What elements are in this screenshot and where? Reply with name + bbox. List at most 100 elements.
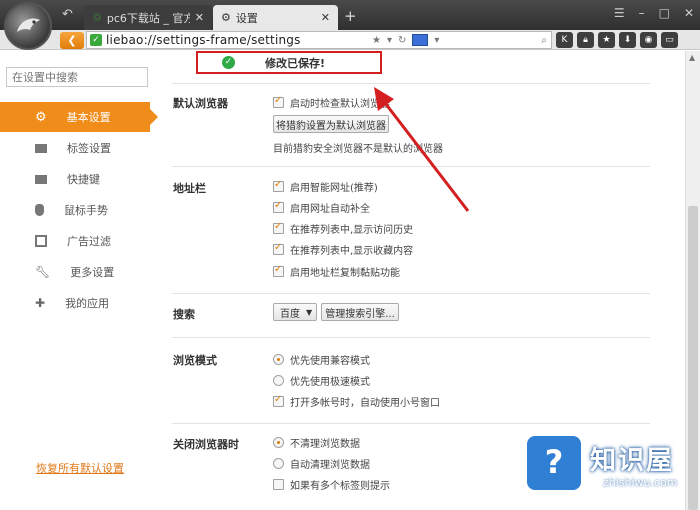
- close-icon[interactable]: ✕: [195, 11, 204, 24]
- tab-icon: [35, 143, 47, 153]
- url-text[interactable]: liebao://settings-frame/settings: [106, 33, 301, 47]
- sidebar-item-label: 我的应用: [65, 297, 110, 310]
- radio[interactable]: [273, 375, 284, 386]
- radio[interactable]: [273, 354, 284, 365]
- section-close-browser-title: 关闭浏览器时: [173, 438, 239, 451]
- sidebar-item-label: 广告过滤: [67, 235, 111, 248]
- back-history-icon[interactable]: ↶: [62, 7, 73, 23]
- divider: [172, 423, 650, 424]
- download-icon[interactable]: ⬇: [619, 32, 636, 48]
- speed-mode-option[interactable]: 优先使用极速模式: [273, 373, 370, 388]
- option-label: 打开多帐号时，自动使用小号窗口: [290, 398, 440, 409]
- url-autocomplete-option[interactable]: 启用网址自动补全: [273, 200, 370, 215]
- star-icon[interactable]: ★: [372, 35, 381, 46]
- sidebar-item-label: 快捷键: [67, 173, 100, 186]
- refresh-icon[interactable]: ↻: [398, 35, 406, 46]
- lock-icon[interactable]: 🔒︎: [577, 32, 594, 48]
- window-frame-icon: [35, 235, 47, 247]
- window-icon[interactable]: ▭: [661, 32, 678, 48]
- section-browse-mode-title: 浏览模式: [173, 354, 217, 367]
- tab-label: pc6下载站 _ 官方软...: [106, 11, 190, 25]
- auto-clear-data-option[interactable]: 自动清理浏览数据: [273, 456, 370, 471]
- back-button[interactable]: ❮: [60, 32, 84, 49]
- checkbox[interactable]: [273, 179, 284, 192]
- title-bar: ↶ ♲ pc6下载站 _ 官方软... ✕ ⚙ 设置 ✕ + ☰ – □ ✕: [0, 0, 700, 50]
- sidebar-item-gestures[interactable]: 鼠标手势: [0, 195, 160, 225]
- sidebar-item-adblock[interactable]: 广告过滤: [0, 226, 160, 256]
- watermark: ? 知识屋 zhishiwu.com: [525, 434, 700, 510]
- option-label: 如果有多个标签则提示: [290, 481, 390, 492]
- sidebar: ⚙ 基本设置 标签设置 快捷键 鼠标手势 广告过滤 🔧︎ 更多设置 ✚ 我的应用…: [0, 51, 160, 510]
- copy-paste-option[interactable]: 启用地址栏复制黏贴功能: [273, 264, 400, 279]
- checkbox[interactable]: [273, 394, 284, 407]
- manage-search-engines-button[interactable]: 管理搜索引擎...: [321, 303, 399, 321]
- option-label: 在推荐列表中,显示访问历史: [290, 225, 414, 236]
- checkbox[interactable]: [273, 242, 284, 255]
- option-label: 优先使用兼容模式: [290, 356, 370, 367]
- scroll-up-icon[interactable]: ▲: [689, 53, 695, 62]
- secure-check-icon: ✓: [90, 34, 102, 46]
- minimize-icon[interactable]: –: [639, 6, 645, 20]
- sidebar-item-label: 标签设置: [67, 142, 111, 155]
- option-label: 优先使用极速模式: [290, 377, 370, 388]
- menu-icon[interactable]: ☰: [614, 6, 625, 20]
- close-icon[interactable]: ✕: [321, 11, 330, 24]
- sidebar-item-basic[interactable]: ⚙ 基本设置: [0, 102, 158, 132]
- mouse-icon: [35, 204, 44, 216]
- checkbox[interactable]: [273, 479, 284, 490]
- show-bookmarks-option[interactable]: 在推荐列表中,显示收藏内容: [273, 242, 413, 257]
- saved-notice: ✓ 修改已保存!: [196, 51, 382, 74]
- multi-tab-warning-option[interactable]: 如果有多个标签则提示: [273, 477, 390, 492]
- gear-icon: ⚙: [35, 109, 47, 125]
- watermark-sub: zhishiwu.com: [603, 476, 678, 489]
- puzzle-icon: ✚: [35, 296, 46, 310]
- multi-account-window-option[interactable]: 打开多帐号时，自动使用小号窗口: [273, 394, 440, 409]
- k-icon[interactable]: K: [556, 32, 573, 48]
- chevron-down-icon: ▼: [306, 307, 313, 317]
- close-window-icon[interactable]: ✕: [684, 6, 694, 20]
- compat-mode-option[interactable]: 优先使用兼容模式: [273, 352, 370, 367]
- notice-text: 修改已保存!: [265, 56, 326, 70]
- window-controls: ☰ – □ ✕: [614, 6, 694, 20]
- new-tab-button[interactable]: +: [344, 7, 357, 25]
- pc6-favicon-icon: ♲: [92, 11, 102, 24]
- no-clear-data-option[interactable]: 不清理浏览数据: [273, 435, 360, 450]
- restore-defaults-link[interactable]: 恢复所有默认设置: [36, 460, 124, 476]
- settings-search-input[interactable]: [6, 67, 148, 87]
- checkbox[interactable]: [273, 221, 284, 234]
- tab-settings[interactable]: ⚙ 设置 ✕: [213, 5, 338, 30]
- gear-icon: ⚙: [221, 11, 231, 24]
- checkbox[interactable]: [273, 95, 284, 108]
- wrench-icon: 🔧︎: [35, 265, 51, 279]
- sidebar-item-shortcuts[interactable]: 快捷键: [0, 164, 160, 194]
- section-search-title: 搜索: [173, 308, 195, 321]
- dropdown-icon[interactable]: ▾: [387, 35, 392, 46]
- cheetah-logo-icon[interactable]: [4, 2, 52, 50]
- option-label: 启用网址自动补全: [290, 204, 370, 215]
- annotation-arrow: [374, 87, 470, 212]
- section-default-browser-title: 默认浏览器: [173, 97, 228, 110]
- radio[interactable]: [273, 437, 284, 448]
- dropdown-icon[interactable]: ▾: [434, 35, 439, 46]
- sidebar-item-apps[interactable]: ✚ 我的应用: [0, 288, 160, 318]
- sidebar-item-label: 更多设置: [70, 266, 115, 279]
- divider: [172, 337, 650, 338]
- radio[interactable]: [273, 458, 284, 469]
- sidebar-item-tabs[interactable]: 标签设置: [0, 133, 160, 163]
- checkbox[interactable]: [273, 200, 284, 213]
- select-value: 百度: [280, 308, 300, 320]
- game-icon[interactable]: ◉: [640, 32, 657, 48]
- search-engine-select[interactable]: 百度 ▼: [273, 303, 317, 321]
- tab-pc6[interactable]: ♲ pc6下载站 _ 官方软... ✕: [84, 5, 212, 30]
- show-history-option[interactable]: 在推荐列表中,显示访问历史: [273, 221, 413, 236]
- sidebar-item-more[interactable]: 🔧︎ 更多设置: [0, 257, 160, 287]
- star-toolbar-icon[interactable]: ★: [598, 32, 615, 48]
- maximize-icon[interactable]: □: [659, 6, 670, 20]
- sidebar-item-label: 鼠标手势: [64, 204, 108, 217]
- address-bar[interactable]: ✓ liebao://settings-frame/settings ★ ▾ ↻…: [86, 31, 552, 49]
- search-icon[interactable]: ⌕: [541, 35, 547, 46]
- divider: [172, 293, 650, 294]
- watermark-title: 知识屋: [590, 446, 675, 476]
- checkbox[interactable]: [273, 264, 284, 277]
- search-engine-icon[interactable]: [412, 34, 429, 46]
